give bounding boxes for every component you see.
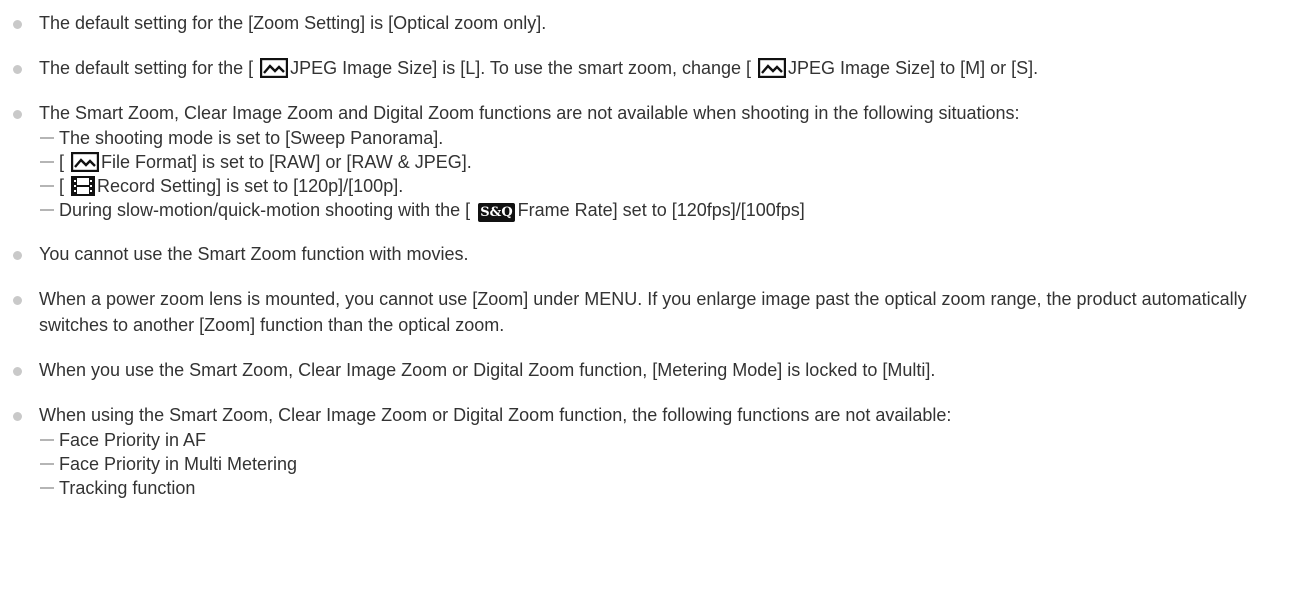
sub-item: [ File Format] is set to [RAW] or [RAW &… — [39, 150, 1301, 174]
sub-item: [ Record Setting] is set to [120p]/[100p… — [39, 174, 1301, 198]
still-image-icon — [260, 58, 289, 78]
note-text: You cannot use the Smart Zoom function w… — [39, 244, 469, 264]
sub-item: Tracking function — [39, 476, 1301, 500]
bullet-icon — [13, 367, 22, 376]
still-image-icon — [71, 152, 100, 172]
note-text-part: JPEG Image Size] to [M] or [S]. — [788, 58, 1039, 78]
note-item: The default setting for the [ JPEG Image… — [0, 55, 1305, 81]
dash-icon — [40, 439, 54, 441]
sub-item-text: The shooting mode is set to [Sweep Panor… — [59, 128, 444, 148]
sub-item: Face Priority in AF — [39, 428, 1301, 452]
note-text-part: JPEG Image Size] is [L]. To use the smar… — [290, 58, 757, 78]
note-item: When you use the Smart Zoom, Clear Image… — [0, 357, 1305, 383]
movie-film-icon — [71, 176, 96, 196]
sub-item-text: During slow-motion/quick-motion shooting… — [59, 200, 476, 220]
dash-icon — [40, 463, 54, 465]
sub-list: The shooting mode is set to [Sweep Panor… — [39, 126, 1301, 222]
note-text: When you use the Smart Zoom, Clear Image… — [39, 360, 936, 380]
dash-icon — [40, 209, 54, 211]
note-text: The Smart Zoom, Clear Image Zoom and Dig… — [39, 103, 1020, 123]
note-item: The default setting for the [Zoom Settin… — [0, 10, 1305, 36]
still-image-icon — [758, 58, 787, 78]
sub-item-text: Record Setting] is set to [120p]/[100p]. — [97, 176, 404, 196]
dash-icon — [40, 161, 54, 163]
note-text: When using the Smart Zoom, Clear Image Z… — [39, 405, 952, 425]
bullet-icon — [13, 412, 22, 421]
bullet-icon — [13, 20, 22, 29]
note-text-part: The default setting for the [ — [39, 58, 259, 78]
note-item: The Smart Zoom, Clear Image Zoom and Dig… — [0, 100, 1305, 222]
bullet-icon — [13, 65, 22, 74]
sub-item-text: [ — [59, 152, 70, 172]
sub-list: Face Priority in AF Face Priority in Mul… — [39, 428, 1301, 500]
sub-item: The shooting mode is set to [Sweep Panor… — [39, 126, 1301, 150]
sub-item-text: File Format] is set to [RAW] or [RAW & J… — [101, 152, 472, 172]
bullet-icon — [13, 296, 22, 305]
dash-icon — [40, 137, 54, 139]
dash-icon — [40, 185, 54, 187]
sub-item-text: Face Priority in AF — [59, 430, 207, 450]
note-text: The default setting for the [Zoom Settin… — [39, 13, 547, 33]
notes-list: The default setting for the [Zoom Settin… — [0, 0, 1305, 500]
dash-icon — [40, 487, 54, 489]
sq-badge-icon: S&Q — [478, 203, 515, 222]
sub-item-text: Face Priority in Multi Metering — [59, 454, 298, 474]
note-item: When using the Smart Zoom, Clear Image Z… — [0, 402, 1305, 500]
note-item: You cannot use the Smart Zoom function w… — [0, 241, 1305, 267]
sub-item-text: Tracking function — [59, 478, 196, 498]
sub-item-text: Frame Rate] set to [120fps]/[100fps] — [517, 200, 805, 220]
sub-item: During slow-motion/quick-motion shooting… — [39, 198, 1301, 222]
note-item: When a power zoom lens is mounted, you c… — [0, 286, 1305, 338]
note-text: When a power zoom lens is mounted, you c… — [39, 289, 1247, 335]
bullet-icon — [13, 110, 22, 119]
bullet-icon — [13, 251, 22, 260]
sub-item: Face Priority in Multi Metering — [39, 452, 1301, 476]
sub-item-text: [ — [59, 176, 70, 196]
